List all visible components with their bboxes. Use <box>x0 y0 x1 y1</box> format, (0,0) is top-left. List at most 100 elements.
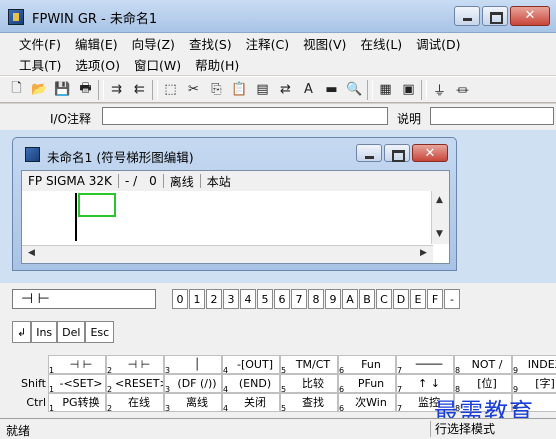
function-key[interactable]: 3 离线 <box>164 393 222 413</box>
key-B[interactable]: B <box>359 289 375 309</box>
key-9[interactable]: 9 <box>325 289 341 309</box>
scroll-left-icon[interactable]: ◀ <box>24 246 39 261</box>
close-button[interactable]: ✕ <box>510 6 550 26</box>
menu-item[interactable]: 编辑(E) <box>68 34 125 53</box>
print-icon[interactable]: 🖶 <box>75 79 96 100</box>
menu-item[interactable]: 调试(D) <box>409 34 467 53</box>
menu-item[interactable]: 窗口(W) <box>127 55 188 74</box>
function-key[interactable]: 1 ⊣ ⊢ <box>48 355 106 375</box>
horizontal-scrollbar[interactable]: ◀ ▶ <box>22 245 433 263</box>
function-key[interactable]: 2<RESET> <box>106 374 164 394</box>
convert-icon[interactable]: ⇄ <box>275 79 296 100</box>
key-4[interactable]: 4 <box>240 289 256 309</box>
menu-item[interactable]: 查找(S) <box>182 34 239 53</box>
edit-cursor[interactable] <box>78 193 116 217</box>
copy-icon[interactable]: ⎘ <box>206 79 227 100</box>
menu-item[interactable]: 文件(F) <box>12 34 68 53</box>
menu-item[interactable]: 选项(O) <box>68 55 127 74</box>
function-key[interactable]: 1 PG转换 <box>48 393 106 413</box>
scroll-up-icon[interactable]: ▲ <box>432 193 447 208</box>
menu-item[interactable]: 在线(L) <box>353 34 409 53</box>
app-icon[interactable] <box>8 9 24 25</box>
del-button[interactable]: Del <box>57 321 86 343</box>
function-key[interactable]: 3 (DF (/)) <box>164 374 222 394</box>
function-key[interactable]: 7 ↑ ↓ <box>396 374 454 394</box>
editor-close-button[interactable]: ✕ <box>412 144 448 162</box>
menu-item[interactable]: 注释(C) <box>239 34 296 53</box>
binoculars-icon[interactable]: 🔍 <box>344 79 365 100</box>
function-key[interactable]: 5 查找 <box>280 393 338 413</box>
toolbar-separator <box>98 79 104 100</box>
menu-item[interactable]: 向导(Z) <box>125 34 182 53</box>
key-2[interactable]: 2 <box>206 289 222 309</box>
esc-button[interactable]: Esc <box>85 321 115 343</box>
function-key[interactable]: 6 次Win <box>338 393 396 413</box>
text-icon[interactable]: A <box>298 79 319 100</box>
function-key[interactable]: 6 PFun <box>338 374 396 394</box>
key-F[interactable]: F <box>427 289 443 309</box>
paste-icon[interactable]: 📋 <box>229 79 250 100</box>
function-key[interactable]: 2 ⊣ ⊢ <box>106 355 164 375</box>
select-icon[interactable]: ⬚ <box>160 79 181 100</box>
function-key[interactable]: 6 Fun <box>338 355 396 375</box>
cut-icon[interactable]: ✂ <box>183 79 204 100</box>
key-3[interactable]: 3 <box>223 289 239 309</box>
function-key[interactable]: 4 -[OUT] <box>222 355 280 375</box>
minimize-button[interactable] <box>454 6 480 26</box>
output-icon[interactable]: ⏛ <box>452 79 473 100</box>
open-folder-icon[interactable]: 📂 <box>29 79 50 100</box>
bar-icon[interactable]: ▬ <box>321 79 342 100</box>
function-key[interactable]: 8 NOT / <box>454 355 512 375</box>
key-0[interactable]: 0 <box>172 289 188 309</box>
function-key-label: PG转换 <box>62 396 100 409</box>
chart-icon[interactable]: ▣ <box>398 79 419 100</box>
key-C[interactable]: C <box>376 289 392 309</box>
menu-item[interactable]: 视图(V) <box>296 34 353 53</box>
key-7[interactable]: 7 <box>291 289 307 309</box>
io-comment-input[interactable] <box>102 107 388 125</box>
function-key[interactable]: 8 [位] <box>454 374 512 394</box>
save-icon[interactable]: 💾 <box>52 79 73 100</box>
function-key[interactable]: 9 INDEX <box>512 355 556 375</box>
io-icon[interactable]: ⏚ <box>429 79 450 100</box>
monitor-icon[interactable]: ▦ <box>375 79 396 100</box>
function-key-label: ──── <box>415 358 443 371</box>
menu-item[interactable]: 帮助(H) <box>188 55 246 74</box>
menu-item[interactable]: 工具(T) <box>12 55 68 74</box>
input-keypad: 0123456789ABCDEF- <box>172 289 460 309</box>
selection-mode: 行选择模式 <box>430 421 556 437</box>
function-key-label: 关闭 <box>244 396 266 409</box>
maximize-button[interactable] <box>482 6 508 26</box>
function-key[interactable]: 5 TM/CT <box>280 355 338 375</box>
step-icon[interactable]: ⇉ <box>106 79 127 100</box>
new-file-icon[interactable]: 🗋 <box>6 79 27 100</box>
function-key[interactable]: 4 关闭 <box>222 393 280 413</box>
key-5[interactable]: 5 <box>257 289 273 309</box>
key-D[interactable]: D <box>393 289 409 309</box>
scroll-down-icon[interactable]: ▼ <box>432 227 447 242</box>
editor-minimize-button[interactable] <box>356 144 382 162</box>
note-input[interactable] <box>430 107 554 125</box>
ins-button[interactable]: Ins <box>31 321 58 343</box>
vertical-scrollbar[interactable]: ▲ ▼ <box>431 191 449 244</box>
enter-button[interactable]: ↲ <box>12 321 32 343</box>
function-key[interactable]: 4 (END) <box>222 374 280 394</box>
scroll-right-icon[interactable]: ▶ <box>416 246 431 261</box>
function-key[interactable]: 2 在线 <box>106 393 164 413</box>
connection-mode: 离线 <box>169 174 194 189</box>
function-key[interactable]: 9 [字] <box>512 374 556 394</box>
function-key[interactable]: 7 ──── <box>396 355 454 375</box>
editor-maximize-button[interactable] <box>384 144 410 162</box>
key--[interactable]: - <box>444 289 460 309</box>
key-8[interactable]: 8 <box>308 289 324 309</box>
function-key[interactable]: 1 -<SET> <box>48 374 106 394</box>
key-6[interactable]: 6 <box>274 289 290 309</box>
step-back-icon[interactable]: ⇇ <box>129 79 150 100</box>
function-key[interactable]: 3 │ <box>164 355 222 375</box>
block-icon[interactable]: ▤ <box>252 79 273 100</box>
ladder-canvas[interactable] <box>22 191 432 244</box>
key-1[interactable]: 1 <box>189 289 205 309</box>
key-A[interactable]: A <box>342 289 358 309</box>
function-key[interactable]: 5 比较 <box>280 374 338 394</box>
key-E[interactable]: E <box>410 289 426 309</box>
